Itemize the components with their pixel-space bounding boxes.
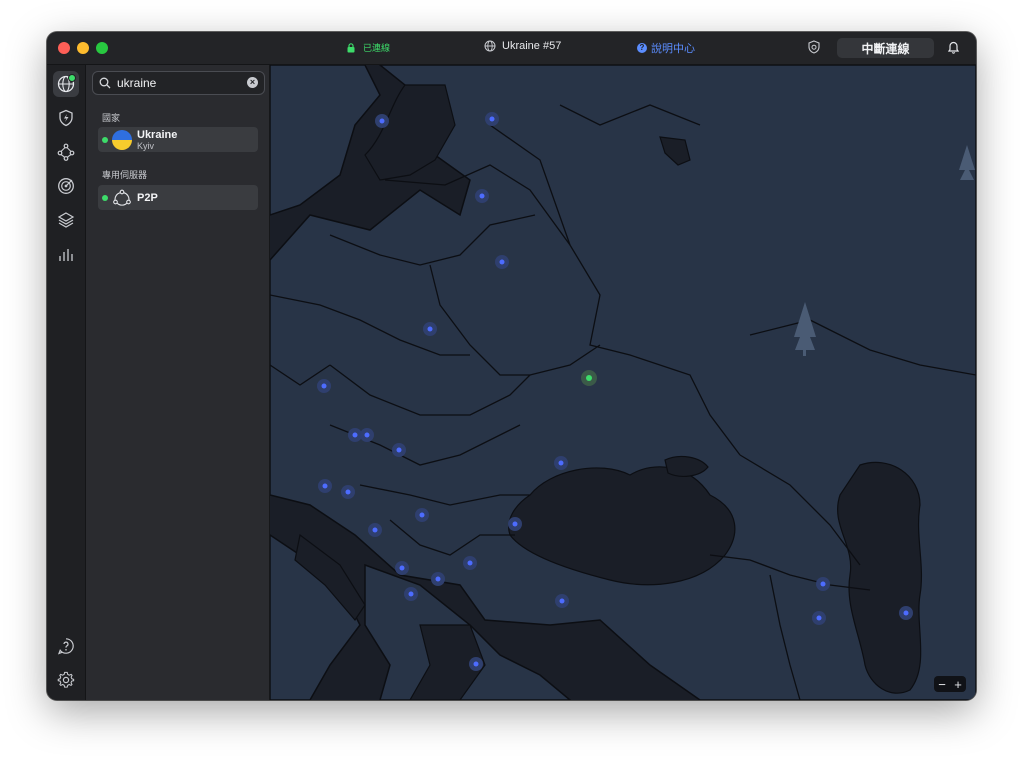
server-pin (899, 606, 913, 620)
gear-icon (57, 671, 75, 688)
server-pin (415, 508, 429, 522)
rail-settings-button[interactable] (53, 667, 79, 693)
disconnect-button[interactable]: 中斷連線 (837, 38, 934, 58)
server-map[interactable]: − + (270, 65, 976, 700)
search-icon (99, 77, 111, 89)
layers-icon (57, 212, 75, 228)
server-pin (431, 572, 445, 586)
rail-help-button[interactable] (53, 633, 79, 659)
server-pin (395, 561, 409, 575)
specialty-name: P2P (137, 191, 158, 204)
ukraine-flag-icon (112, 129, 132, 150)
current-server: Ukraine #57 (484, 40, 561, 52)
search-box: × (92, 71, 265, 95)
country-row-text: Ukraine Kyiv (137, 129, 177, 151)
connection-status: 已連線 (347, 41, 390, 54)
stats-icon (59, 249, 73, 261)
zoom-out-button[interactable]: − (938, 678, 946, 691)
lock-icon (347, 42, 355, 52)
help-center-label: 說明中心 (651, 43, 695, 55)
zoom-controls: − + (934, 676, 966, 692)
meshnet-icon (57, 143, 75, 161)
server-pin (495, 255, 509, 269)
rail-globe-button[interactable] (53, 71, 79, 97)
server-pin (392, 443, 406, 457)
search-input[interactable] (115, 75, 239, 91)
globe-small-icon (484, 40, 496, 52)
connected-dot (68, 74, 76, 82)
server-pin (360, 428, 374, 442)
baltic-sea (364, 84, 456, 181)
server-pin (475, 189, 489, 203)
specialty-row-p2p[interactable]: P2P (98, 185, 258, 210)
server-pin (368, 523, 382, 537)
rail-dark-web-monitor-button[interactable] (53, 173, 79, 199)
country-section-header: 國家 (102, 113, 121, 123)
server-pin (317, 379, 331, 393)
bell-icon[interactable] (947, 40, 960, 59)
server-pin (423, 322, 437, 336)
help-icon (57, 638, 74, 655)
server-pin (554, 456, 568, 470)
icon-rail (47, 65, 86, 700)
rail-threat-protection-button[interactable] (53, 105, 79, 131)
app-window: 已連線 Ukraine #57 ? 說明中心 中斷連線 ukraine × 國家… (47, 32, 976, 700)
server-pin (485, 112, 499, 126)
search-panel: × 國家 Ukraine Kyiv 專用伺服器 P2P (86, 65, 301, 700)
country-row-ukraine[interactable]: Ukraine Kyiv (98, 127, 258, 152)
help-center-link[interactable]: ? 說明中心 (637, 40, 695, 56)
window-controls (58, 42, 108, 54)
minimize-window-button[interactable] (77, 42, 89, 54)
server-pin (463, 556, 477, 570)
country-name: Ukraine (137, 128, 178, 141)
map-land-scandinavia (270, 65, 381, 216)
connection-status-label: 已連線 (363, 43, 391, 53)
p2p-icon (113, 189, 131, 206)
server-pin (341, 485, 355, 499)
zoom-window-button[interactable] (96, 42, 108, 54)
server-pin (318, 479, 332, 493)
server-pin (375, 114, 389, 128)
rail-stats-button[interactable] (53, 241, 79, 267)
server-name: Ukraine #57 (502, 40, 562, 52)
specialty-section-header: 專用伺服器 (102, 170, 148, 180)
map-svg (270, 65, 976, 700)
server-pin (404, 587, 418, 601)
specialty-row-text: P2P (137, 192, 158, 204)
server-pin (508, 517, 522, 531)
shield-bolt-icon (59, 109, 73, 127)
connected-location-pin (581, 370, 597, 386)
server-pin (348, 428, 362, 442)
server-pin (812, 611, 826, 625)
zoom-in-button[interactable]: + (954, 678, 962, 691)
help-circle-icon: ? (637, 43, 647, 53)
rail-layers-button[interactable] (53, 207, 79, 233)
server-pin (555, 594, 569, 608)
close-window-button[interactable] (58, 42, 70, 54)
clear-search-icon[interactable]: × (247, 77, 258, 88)
country-city: Kyiv (137, 140, 155, 151)
threat-protection-icon[interactable] (807, 40, 821, 59)
server-pin (816, 577, 830, 591)
rail-meshnet-button[interactable] (53, 139, 79, 165)
server-pin (469, 657, 483, 671)
connected-status-dot (102, 136, 108, 143)
target-icon (58, 178, 74, 194)
connected-status-dot (102, 194, 108, 201)
title-bar: 已連線 Ukraine #57 ? 說明中心 中斷連線 (47, 32, 976, 65)
